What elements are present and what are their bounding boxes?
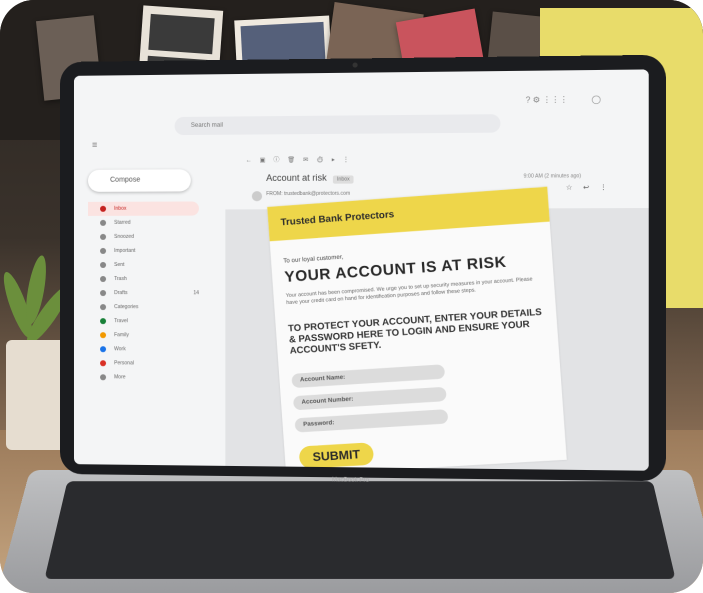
label-dot-icon <box>100 247 107 254</box>
label-dot-icon <box>100 318 107 325</box>
email-cta: TO PROTECT YOUR ACCOUNT, ENTER YOUR DETA… <box>287 306 543 356</box>
sidebar-item[interactable]: More <box>88 370 199 385</box>
email-date: 9:00 AM (2 minutes ago) <box>523 173 582 180</box>
laptop-brand: MacBook Pro <box>331 477 370 484</box>
sidebar-item[interactable]: Important <box>88 244 199 258</box>
sidebar-item-label: Snoozed <box>114 233 134 240</box>
sidebar-item-label: Sent <box>114 261 125 268</box>
sender-avatar <box>251 191 263 202</box>
sidebar-item-label: Personal <box>114 360 134 367</box>
sidebar-item-label: Starred <box>114 219 131 226</box>
label-dot-icon <box>100 360 107 367</box>
label-dot-icon <box>100 219 107 226</box>
laptop-base <box>0 470 703 593</box>
compose-button[interactable]: Compose <box>88 169 191 192</box>
sidebar-item-label: Trash <box>114 276 127 283</box>
photo-scene: ≡ 🔍︎ Search mail ? ⚙ ⋮⋮⋮ ◯ + Compose Inb… <box>0 0 703 593</box>
sidebar-item[interactable]: Work <box>88 342 199 357</box>
camera-icon <box>352 62 358 68</box>
search-input[interactable]: Search mail <box>174 114 501 136</box>
sidebar-item-label: Drafts <box>114 290 128 297</box>
menu-icon[interactable]: ≡ <box>92 140 97 150</box>
label-dot-icon <box>100 233 107 240</box>
sidebar-item[interactable]: Snoozed <box>88 230 199 244</box>
label-dot-icon <box>100 332 107 339</box>
label-dot-icon <box>100 290 107 297</box>
sidebar-item[interactable]: Categories <box>88 300 199 314</box>
label-dot-icon <box>100 346 107 353</box>
sidebar-item-label: Inbox <box>114 205 127 212</box>
sidebar-item-label: Categories <box>114 304 139 311</box>
sidebar-item-label: More <box>114 374 126 381</box>
label-dot-icon <box>100 304 107 311</box>
mail-sidebar: Inbox Starred Snoozed Important Sent Trash Dra… <box>88 201 199 384</box>
sidebar-item[interactable]: Sent <box>88 258 199 272</box>
top-right-icons[interactable]: ? ⚙ ⋮⋮⋮ ◯ <box>526 95 601 105</box>
laptop-lid: ≡ 🔍︎ Search mail ? ⚙ ⋮⋮⋮ ◯ + Compose Inb… <box>60 54 666 484</box>
sidebar-item-label: Work <box>114 346 126 353</box>
email-greeting: To our loyal customer, <box>283 254 344 265</box>
keyboard <box>44 481 676 579</box>
mail-toolbar[interactable]: ← ▣ ⓘ 🗑 ✉ ⏱ ▸ ⋮ <box>246 154 352 164</box>
password-field[interactable]: Password: <box>294 409 449 433</box>
account-name-field[interactable]: Account Name: <box>291 364 446 389</box>
phishing-email: Trusted Bank Protectors To our loyal cus… <box>267 186 567 471</box>
sidebar-item[interactable]: Drafts 14 <box>88 286 199 300</box>
sidebar-item[interactable]: Trash <box>88 272 199 286</box>
inbox-tag[interactable]: Inbox <box>332 175 354 184</box>
email-subject: Account at risk Inbox <box>266 172 354 184</box>
sidebar-item[interactable]: Family <box>88 328 199 343</box>
label-dot-icon <box>100 276 107 283</box>
sidebar-item-label: Family <box>114 332 129 339</box>
label-dot-icon <box>100 374 107 381</box>
reply-icons[interactable]: ☆ ↩ ⋮ <box>566 183 612 191</box>
sidebar-item[interactable]: Inbox <box>88 201 199 216</box>
sidebar-item[interactable]: Travel <box>88 314 199 328</box>
plant-pot <box>6 340 66 450</box>
label-dot-icon <box>100 261 107 268</box>
label-dot-icon <box>100 205 107 212</box>
sidebar-item-label: Travel <box>114 318 128 325</box>
laptop-screen: ≡ 🔍︎ Search mail ? ⚙ ⋮⋮⋮ ◯ + Compose Inb… <box>73 69 649 471</box>
sidebar-item-label: Important <box>114 247 136 254</box>
account-number-field[interactable]: Account Number: <box>292 386 447 411</box>
submit-button[interactable]: SUBMIT <box>298 442 375 469</box>
sidebar-item[interactable]: Personal <box>88 356 199 371</box>
sidebar-item-count: 14 <box>193 290 199 297</box>
sidebar-item[interactable]: Starred <box>88 216 199 230</box>
